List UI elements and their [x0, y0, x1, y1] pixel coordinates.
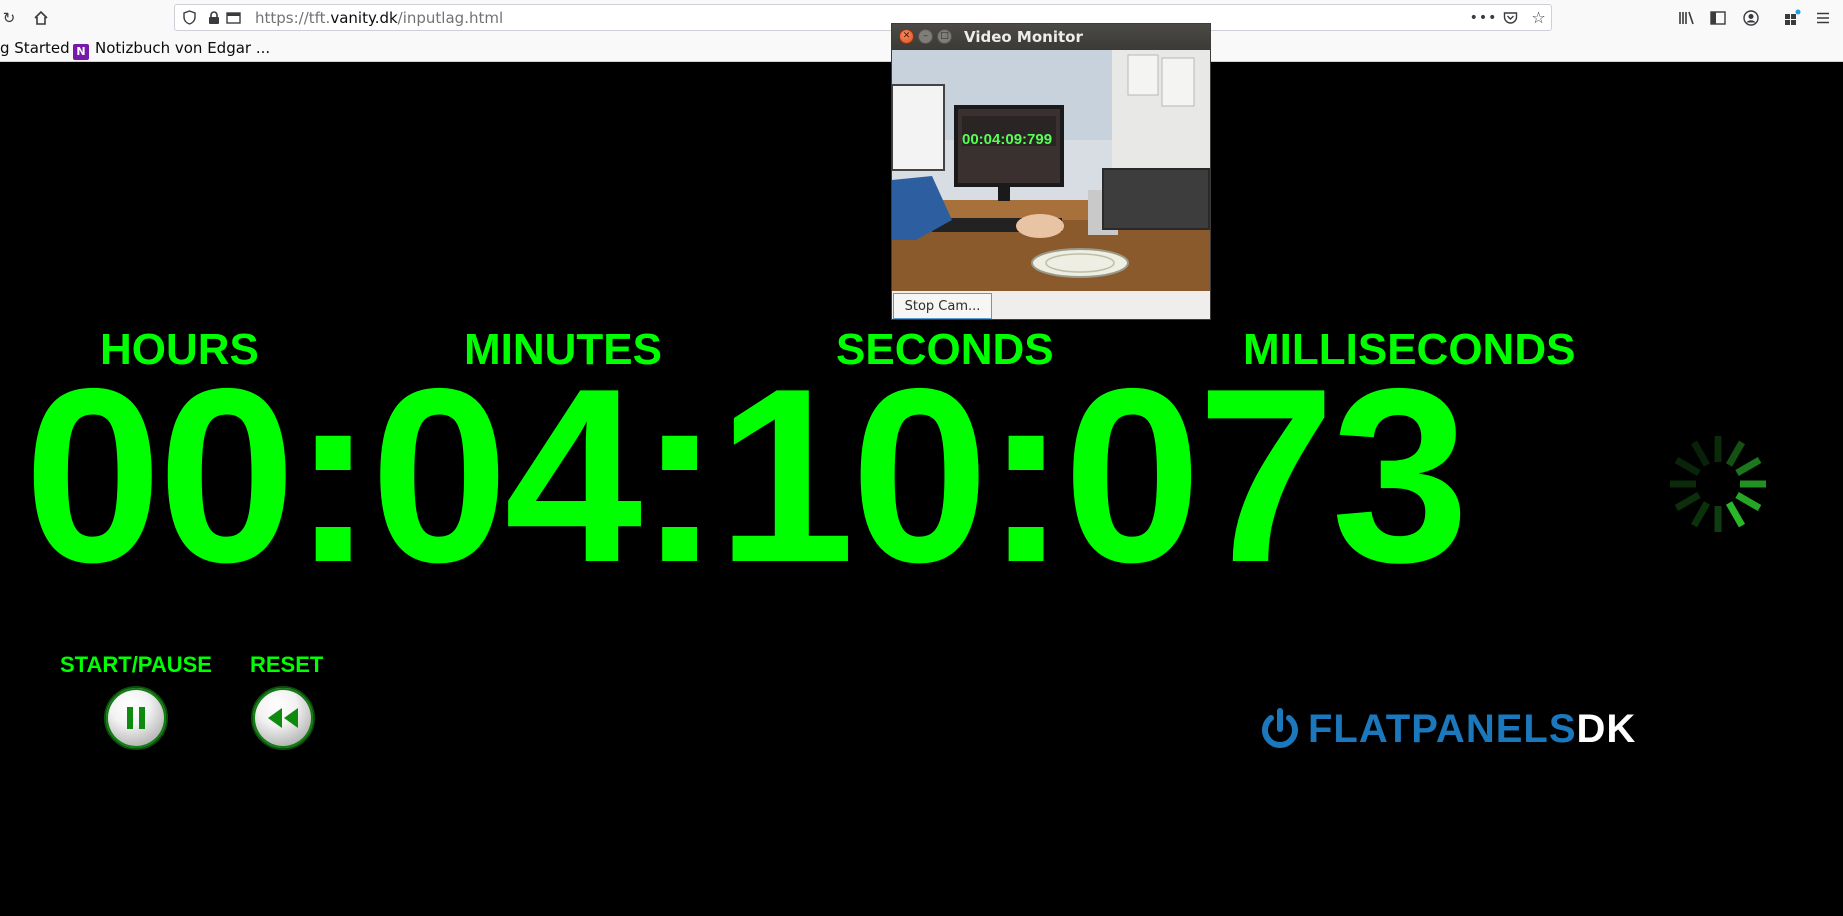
timer-minutes: 04 [370, 336, 642, 614]
timer-separator: : [984, 336, 1068, 614]
timer-separator: : [291, 336, 375, 614]
url-scheme: https://tft. [255, 9, 331, 27]
timer-hours: 00 [24, 336, 296, 614]
rewind-icon [268, 708, 298, 728]
reload-icon[interactable]: ↻ [0, 9, 18, 27]
shield-icon[interactable] [181, 9, 198, 26]
sidebar-icon[interactable] [1709, 9, 1727, 27]
bookmark-star-icon[interactable]: ☆ [1530, 8, 1547, 27]
camera-readout: 00:04:09:799 [962, 131, 1052, 148]
pause-icon [127, 707, 145, 729]
window-minimize-icon[interactable]: – [918, 29, 933, 44]
bookmark-onenote-notebook[interactable]: N Notizbuch von Edgar ... [73, 39, 270, 60]
reset-label: RESET [250, 652, 324, 677]
start-pause-button[interactable] [104, 686, 168, 750]
window-maximize-icon[interactable]: □ [937, 29, 952, 44]
url-text[interactable]: https://tft.vanity.dk/inputlag.html [255, 9, 503, 27]
video-monitor-titlebar[interactable]: ✕ – □ Video Monitor [892, 24, 1210, 50]
timer-seconds: 10 [716, 336, 989, 614]
timer-milliseconds: 073 [1063, 336, 1469, 614]
library-icon[interactable] [1678, 9, 1696, 27]
logo-text-flatpanels: FLATPANELS [1308, 706, 1577, 751]
lock-icon[interactable] [205, 9, 222, 26]
loading-spinner-icon [1670, 436, 1766, 532]
home-icon[interactable] [32, 9, 50, 27]
logo-text-dk: DK [1576, 706, 1637, 751]
bookmark-onenote-label: Notizbuch von Edgar ... [95, 39, 271, 57]
url-host: vanity.dk [330, 9, 398, 27]
flatpanels-logo: FLATPANELSDK [1258, 702, 1636, 756]
power-icon [1262, 708, 1298, 748]
bookmark-getting-started[interactable]: g Started [0, 39, 70, 57]
account-icon[interactable] [1742, 9, 1760, 27]
url-bar[interactable]: https://tft.vanity.dk/inputlag.html ••• … [174, 4, 1552, 31]
url-path: /inputlag.html [397, 9, 504, 27]
reset-button[interactable] [251, 686, 315, 750]
extensions-icon[interactable] [1783, 9, 1801, 27]
page-info-icon[interactable] [225, 9, 242, 26]
video-monitor-title: Video Monitor [964, 28, 1083, 46]
video-monitor-window[interactable]: ✕ – □ Video Monitor 00:04:09:799 Stop Ca… [891, 23, 1211, 320]
start-pause-label: START/PAUSE [60, 652, 212, 677]
pocket-icon[interactable] [1502, 9, 1519, 26]
page-actions-icon[interactable]: ••• [1470, 9, 1497, 26]
window-close-icon[interactable]: ✕ [899, 29, 914, 44]
timer-display: 00:04:10:073 [24, 351, 1469, 599]
stop-cam-button[interactable]: Stop Cam... [893, 293, 992, 319]
timer-separator: : [638, 336, 721, 614]
onenote-icon: N [73, 44, 89, 60]
hamburger-menu-icon[interactable] [1814, 9, 1832, 27]
camera-feed: 00:04:09:799 [892, 50, 1210, 291]
